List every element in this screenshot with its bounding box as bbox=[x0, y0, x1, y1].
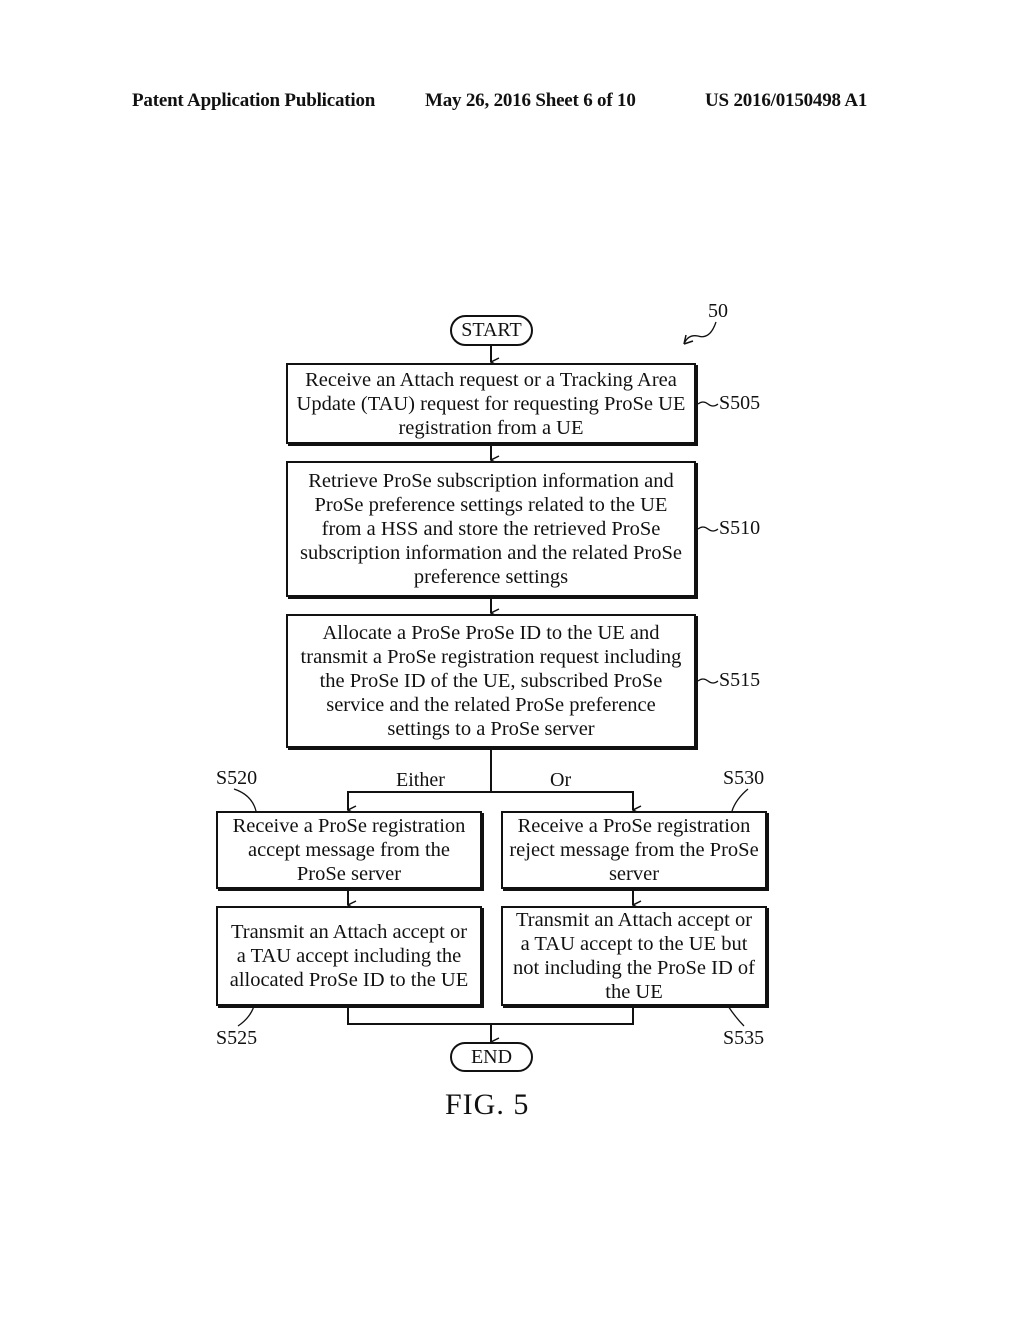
step-box-s515: Allocate a ProSe ProSe ID to the UE and … bbox=[286, 614, 696, 748]
step-label-s535: S535 bbox=[723, 1027, 765, 1049]
step-box-s535: Transmit an Attach accept or a TAU accep… bbox=[501, 906, 767, 1006]
step-box-s505: Receive an Attach request or a Tracking … bbox=[286, 363, 696, 444]
step-label-s505: S505 bbox=[719, 392, 761, 414]
step-label-s530: S530 bbox=[723, 767, 765, 789]
step-box-s510: Retrieve ProSe subscription information … bbox=[286, 461, 696, 597]
step-label-s510: S510 bbox=[719, 517, 761, 539]
step-label-s520: S520 bbox=[216, 767, 258, 789]
leader-s525 bbox=[237, 1005, 255, 1027]
merge-connector bbox=[347, 1005, 634, 1025]
step-label-s515: S515 bbox=[719, 669, 761, 691]
reference-arrow-50 bbox=[683, 321, 717, 345]
start-terminal: START bbox=[450, 315, 533, 346]
figure-caption: FIG. 5 bbox=[445, 1088, 530, 1121]
step-box-s525: Transmit an Attach accept or a TAU accep… bbox=[216, 906, 482, 1006]
step-box-s530: Receive a ProSe registration reject mess… bbox=[501, 811, 767, 889]
leader-s515 bbox=[697, 678, 719, 684]
leader-s510 bbox=[697, 526, 719, 532]
leader-s520 bbox=[233, 788, 257, 812]
branch-label-either: Either bbox=[396, 769, 445, 791]
end-terminal: END bbox=[450, 1042, 533, 1072]
step-box-s520: Receive a ProSe registration accept mess… bbox=[216, 811, 482, 889]
figure-reference-number: 50 bbox=[708, 300, 728, 322]
leader-s505 bbox=[697, 401, 719, 407]
step-label-s525: S525 bbox=[216, 1027, 258, 1049]
leader-s535 bbox=[727, 1005, 745, 1027]
leader-s530 bbox=[731, 788, 749, 812]
branch-connector-right bbox=[491, 791, 633, 810]
branch-label-or: Or bbox=[550, 769, 572, 791]
